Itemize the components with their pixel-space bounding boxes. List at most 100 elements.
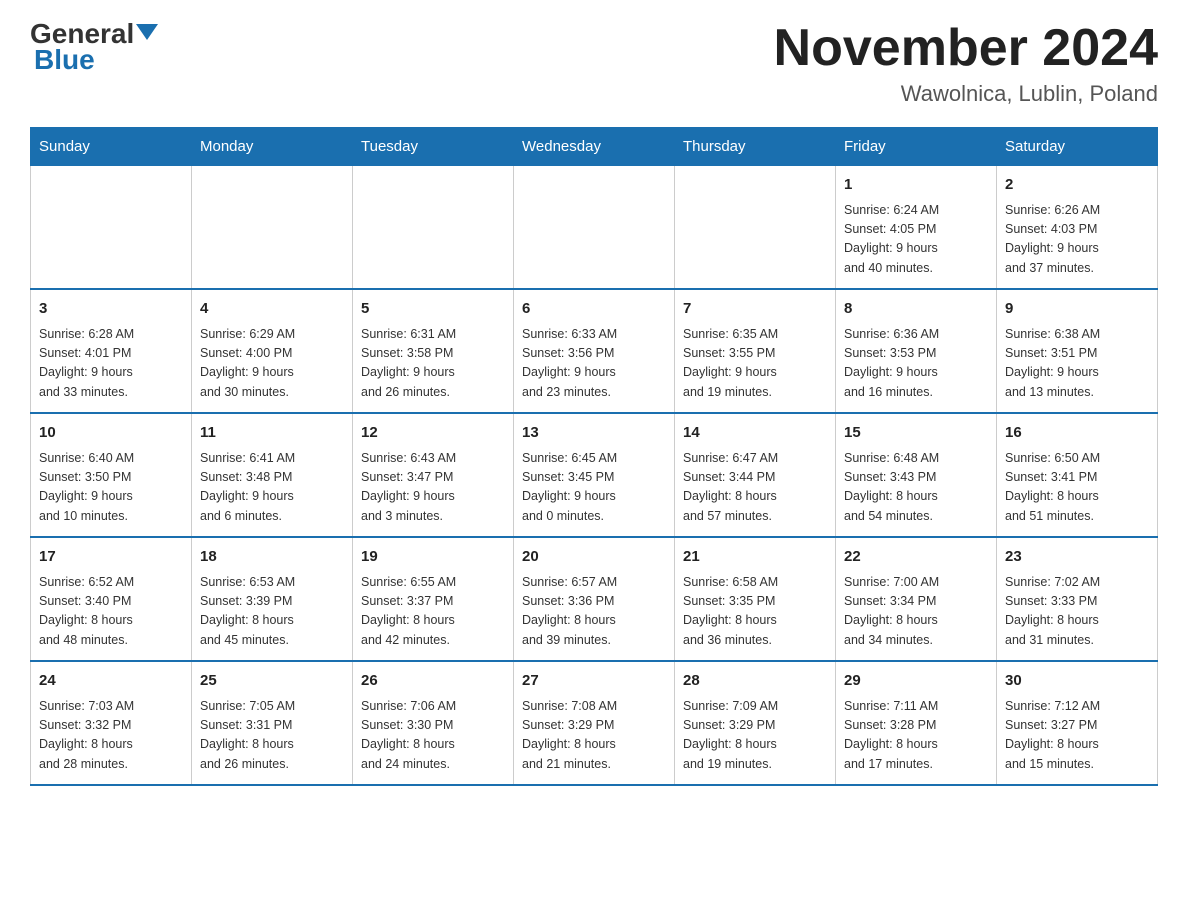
calendar-cell: 19 Sunrise: 6:55 AM Sunset: 3:37 PM Dayli… [353, 537, 514, 661]
logo-blue-text: Blue [34, 44, 95, 75]
calendar-cell: 27 Sunrise: 7:08 AM Sunset: 3:29 PM Dayli… [514, 661, 675, 785]
calendar-cell: 15Sunrise: 6:48 AM Sunset: 3:43 PM Dayli… [836, 413, 997, 537]
calendar-cell: 4 Sunrise: 6:29 AM Sunset: 4:00 PM Daylig… [192, 289, 353, 413]
day-info: Sunrise: 7:08 AM Sunset: 3:29 PM Dayligh… [522, 697, 666, 775]
title-block: November 2024 Wawolnica, Lublin, Poland [774, 20, 1158, 107]
calendar-cell: 30 Sunrise: 7:12 AM Sunset: 3:27 PM Dayli… [997, 661, 1158, 785]
calendar-cell: 1 Sunrise: 6:24 AM Sunset: 4:05 PM Daylig… [836, 166, 997, 290]
day-number: 14 [683, 422, 827, 445]
day-header-friday: Friday [836, 128, 997, 166]
day-number: 27 [522, 670, 666, 693]
day-info: Sunrise: 7:05 AM Sunset: 3:31 PM Dayligh… [200, 697, 344, 775]
calendar-cell: 5Sunrise: 6:31 AM Sunset: 3:58 PM Daylig… [353, 289, 514, 413]
calendar-subtitle: Wawolnica, Lublin, Poland [774, 81, 1158, 107]
day-number: 20 [522, 546, 666, 569]
calendar-cell: 17Sunrise: 6:52 AM Sunset: 3:40 PM Dayli… [31, 537, 192, 661]
calendar-cell: 2Sunrise: 6:26 AM Sunset: 4:03 PM Daylig… [997, 166, 1158, 290]
day-number: 12 [361, 422, 505, 445]
day-number: 23 [1005, 546, 1149, 569]
day-number: 25 [200, 670, 344, 693]
day-info: Sunrise: 6:47 AM Sunset: 3:44 PM Dayligh… [683, 449, 827, 527]
day-info: Sunrise: 6:36 AM Sunset: 3:53 PM Dayligh… [844, 325, 988, 403]
calendar-cell: 18Sunrise: 6:53 AM Sunset: 3:39 PM Dayli… [192, 537, 353, 661]
calendar-week-row: 24 Sunrise: 7:03 AM Sunset: 3:32 PM Dayli… [31, 661, 1158, 785]
day-info: Sunrise: 6:58 AM Sunset: 3:35 PM Dayligh… [683, 573, 827, 651]
calendar-week-row: 10Sunrise: 6:40 AM Sunset: 3:50 PM Dayli… [31, 413, 1158, 537]
calendar-cell: 12 Sunrise: 6:43 AM Sunset: 3:47 PM Dayli… [353, 413, 514, 537]
calendar-cell: 6 Sunrise: 6:33 AM Sunset: 3:56 PM Daylig… [514, 289, 675, 413]
calendar-cell [31, 166, 192, 290]
day-info: Sunrise: 7:03 AM Sunset: 3:32 PM Dayligh… [39, 697, 183, 775]
calendar-cell [192, 166, 353, 290]
day-number: 1 [844, 174, 988, 197]
day-info: Sunrise: 6:50 AM Sunset: 3:41 PM Dayligh… [1005, 449, 1149, 527]
day-info: Sunrise: 7:00 AM Sunset: 3:34 PM Dayligh… [844, 573, 988, 651]
calendar-cell: 29 Sunrise: 7:11 AM Sunset: 3:28 PM Dayli… [836, 661, 997, 785]
day-number: 3 [39, 298, 183, 321]
day-header-tuesday: Tuesday [353, 128, 514, 166]
calendar-cell: 20 Sunrise: 6:57 AM Sunset: 3:36 PM Dayli… [514, 537, 675, 661]
day-number: 22 [844, 546, 988, 569]
day-number: 19 [361, 546, 505, 569]
day-info: Sunrise: 6:24 AM Sunset: 4:05 PM Dayligh… [844, 201, 988, 279]
day-info: Sunrise: 6:43 AM Sunset: 3:47 PM Dayligh… [361, 449, 505, 527]
day-number: 26 [361, 670, 505, 693]
logo: General Blue [30, 20, 158, 74]
day-number: 21 [683, 546, 827, 569]
day-info: Sunrise: 6:57 AM Sunset: 3:36 PM Dayligh… [522, 573, 666, 651]
day-header-monday: Monday [192, 128, 353, 166]
calendar-cell: 10Sunrise: 6:40 AM Sunset: 3:50 PM Dayli… [31, 413, 192, 537]
day-info: Sunrise: 6:26 AM Sunset: 4:03 PM Dayligh… [1005, 201, 1149, 279]
calendar-cell: 11Sunrise: 6:41 AM Sunset: 3:48 PM Dayli… [192, 413, 353, 537]
day-info: Sunrise: 7:02 AM Sunset: 3:33 PM Dayligh… [1005, 573, 1149, 651]
calendar-cell: 26 Sunrise: 7:06 AM Sunset: 3:30 PM Dayli… [353, 661, 514, 785]
day-info: Sunrise: 6:48 AM Sunset: 3:43 PM Dayligh… [844, 449, 988, 527]
page-header: General Blue November 2024 Wawolnica, Lu… [30, 20, 1158, 107]
day-info: Sunrise: 6:28 AM Sunset: 4:01 PM Dayligh… [39, 325, 183, 403]
day-info: Sunrise: 7:09 AM Sunset: 3:29 PM Dayligh… [683, 697, 827, 775]
day-info: Sunrise: 6:31 AM Sunset: 3:58 PM Dayligh… [361, 325, 505, 403]
calendar-cell: 24 Sunrise: 7:03 AM Sunset: 3:32 PM Dayli… [31, 661, 192, 785]
day-number: 29 [844, 670, 988, 693]
day-number: 24 [39, 670, 183, 693]
day-number: 6 [522, 298, 666, 321]
calendar-header-row: SundayMondayTuesdayWednesdayThursdayFrid… [31, 128, 1158, 166]
day-info: Sunrise: 6:41 AM Sunset: 3:48 PM Dayligh… [200, 449, 344, 527]
calendar-cell: 13Sunrise: 6:45 AM Sunset: 3:45 PM Dayli… [514, 413, 675, 537]
day-info: Sunrise: 7:12 AM Sunset: 3:27 PM Dayligh… [1005, 697, 1149, 775]
calendar-week-row: 1 Sunrise: 6:24 AM Sunset: 4:05 PM Daylig… [31, 166, 1158, 290]
calendar-cell: 7 Sunrise: 6:35 AM Sunset: 3:55 PM Daylig… [675, 289, 836, 413]
day-number: 16 [1005, 422, 1149, 445]
day-info: Sunrise: 7:06 AM Sunset: 3:30 PM Dayligh… [361, 697, 505, 775]
calendar-cell: 28 Sunrise: 7:09 AM Sunset: 3:29 PM Dayli… [675, 661, 836, 785]
calendar-cell: 16 Sunrise: 6:50 AM Sunset: 3:41 PM Dayli… [997, 413, 1158, 537]
calendar-cell: 9Sunrise: 6:38 AM Sunset: 3:51 PM Daylig… [997, 289, 1158, 413]
day-number: 4 [200, 298, 344, 321]
calendar-week-row: 17Sunrise: 6:52 AM Sunset: 3:40 PM Dayli… [31, 537, 1158, 661]
day-number: 17 [39, 546, 183, 569]
day-info: Sunrise: 6:33 AM Sunset: 3:56 PM Dayligh… [522, 325, 666, 403]
day-number: 30 [1005, 670, 1149, 693]
day-info: Sunrise: 6:55 AM Sunset: 3:37 PM Dayligh… [361, 573, 505, 651]
day-number: 18 [200, 546, 344, 569]
day-number: 28 [683, 670, 827, 693]
day-info: Sunrise: 6:45 AM Sunset: 3:45 PM Dayligh… [522, 449, 666, 527]
calendar-cell [675, 166, 836, 290]
calendar-cell: 25 Sunrise: 7:05 AM Sunset: 3:31 PM Dayli… [192, 661, 353, 785]
calendar-table: SundayMondayTuesdayWednesdayThursdayFrid… [30, 127, 1158, 786]
calendar-cell: 14 Sunrise: 6:47 AM Sunset: 3:44 PM Dayli… [675, 413, 836, 537]
day-info: Sunrise: 6:29 AM Sunset: 4:00 PM Dayligh… [200, 325, 344, 403]
calendar-cell: 22 Sunrise: 7:00 AM Sunset: 3:34 PM Dayli… [836, 537, 997, 661]
day-number: 7 [683, 298, 827, 321]
logo-triangle-icon [136, 24, 158, 45]
calendar-cell: 8 Sunrise: 6:36 AM Sunset: 3:53 PM Daylig… [836, 289, 997, 413]
day-header-thursday: Thursday [675, 128, 836, 166]
day-header-saturday: Saturday [997, 128, 1158, 166]
day-header-wednesday: Wednesday [514, 128, 675, 166]
calendar-cell: 21 Sunrise: 6:58 AM Sunset: 3:35 PM Dayli… [675, 537, 836, 661]
day-number: 8 [844, 298, 988, 321]
day-info: Sunrise: 7:11 AM Sunset: 3:28 PM Dayligh… [844, 697, 988, 775]
day-info: Sunrise: 6:35 AM Sunset: 3:55 PM Dayligh… [683, 325, 827, 403]
calendar-cell [514, 166, 675, 290]
day-info: Sunrise: 6:38 AM Sunset: 3:51 PM Dayligh… [1005, 325, 1149, 403]
